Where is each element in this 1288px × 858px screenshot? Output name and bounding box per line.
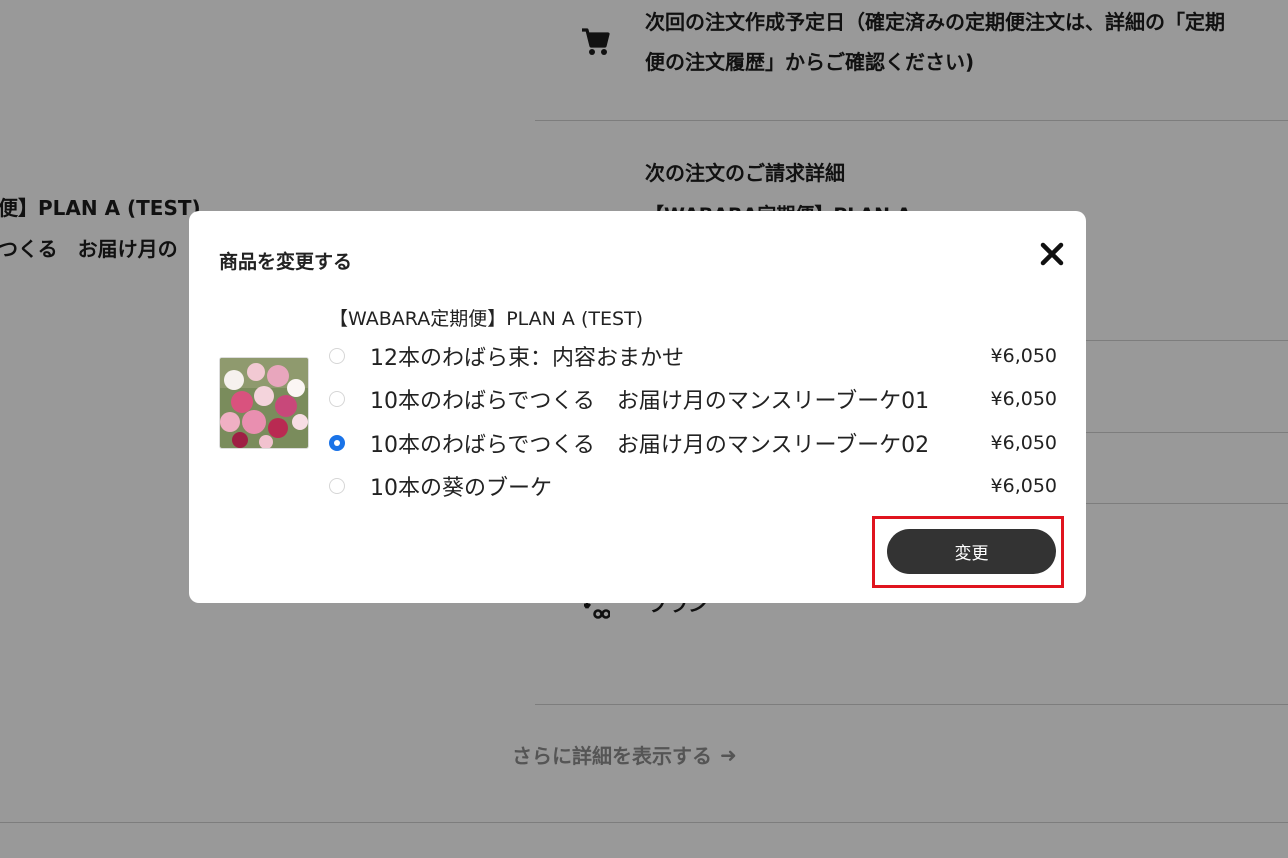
product-option-4[interactable]: 10本の葵のブーケ ¥6,050 xyxy=(327,471,1057,501)
option-label: 10本のわばらでつくる お届け月のマンスリーブーケ02 xyxy=(370,433,930,458)
product-option-1[interactable]: 12本のわばら束：内容おまかせ ¥6,050 xyxy=(327,341,1057,371)
option-label: 10本のわばらでつくる お届け月のマンスリーブーケ01 xyxy=(370,389,930,414)
left-product-name: 便】PLAN A (TEST) xyxy=(0,196,201,220)
billing-heading: 次の注文のご請求詳細 xyxy=(645,161,845,185)
radio-button-selected[interactable] xyxy=(329,435,345,451)
divider xyxy=(0,822,1288,823)
product-option-2[interactable]: 10本のわばらでつくる お届け月のマンスリーブーケ01 ¥6,050 xyxy=(327,384,1057,414)
left-product-variant: つくる お届け月の xyxy=(0,237,178,261)
next-order-text-cont: 便の注文履歴」からご確認ください) xyxy=(645,50,975,74)
option-price: ¥6,050 xyxy=(990,345,1057,367)
change-button[interactable]: 変更 xyxy=(887,529,1056,574)
cart-icon xyxy=(582,28,610,55)
option-label: 10本の葵のブーケ xyxy=(370,476,552,501)
divider xyxy=(535,120,1288,121)
more-details-link[interactable]: さらに詳細を表示する ➜ xyxy=(512,740,737,769)
radio-button[interactable] xyxy=(329,348,345,364)
option-label: 12本のわばら束：内容おまかせ xyxy=(370,346,684,371)
change-product-modal: 商品を変更する 【WABARA定期便】PLAN A (TEST) 12本のわばら… xyxy=(189,211,1086,603)
product-option-3[interactable]: 10本のわばらでつくる お届け月のマンスリーブーケ02 ¥6,050 xyxy=(327,428,1057,458)
option-price: ¥6,050 xyxy=(990,388,1057,410)
next-order-text: 次回の注文作成予定日（確定済みの定期便注文は、詳細の「定期 xyxy=(645,10,1225,34)
divider xyxy=(1086,432,1288,433)
close-icon[interactable] xyxy=(1039,241,1065,267)
product-thumbnail xyxy=(219,357,309,449)
more-details-label: さらに詳細を表示する xyxy=(512,744,712,768)
arrow-right-icon: ➜ xyxy=(720,742,737,767)
divider xyxy=(1086,340,1288,341)
radio-button[interactable] xyxy=(329,478,345,494)
divider xyxy=(535,704,1288,705)
option-price: ¥6,050 xyxy=(990,432,1057,454)
product-name: 【WABARA定期便】PLAN A (TEST) xyxy=(329,308,644,330)
divider xyxy=(1086,503,1288,504)
option-price: ¥6,050 xyxy=(990,475,1057,497)
radio-button[interactable] xyxy=(329,391,345,407)
modal-title: 商品を変更する xyxy=(219,251,353,273)
